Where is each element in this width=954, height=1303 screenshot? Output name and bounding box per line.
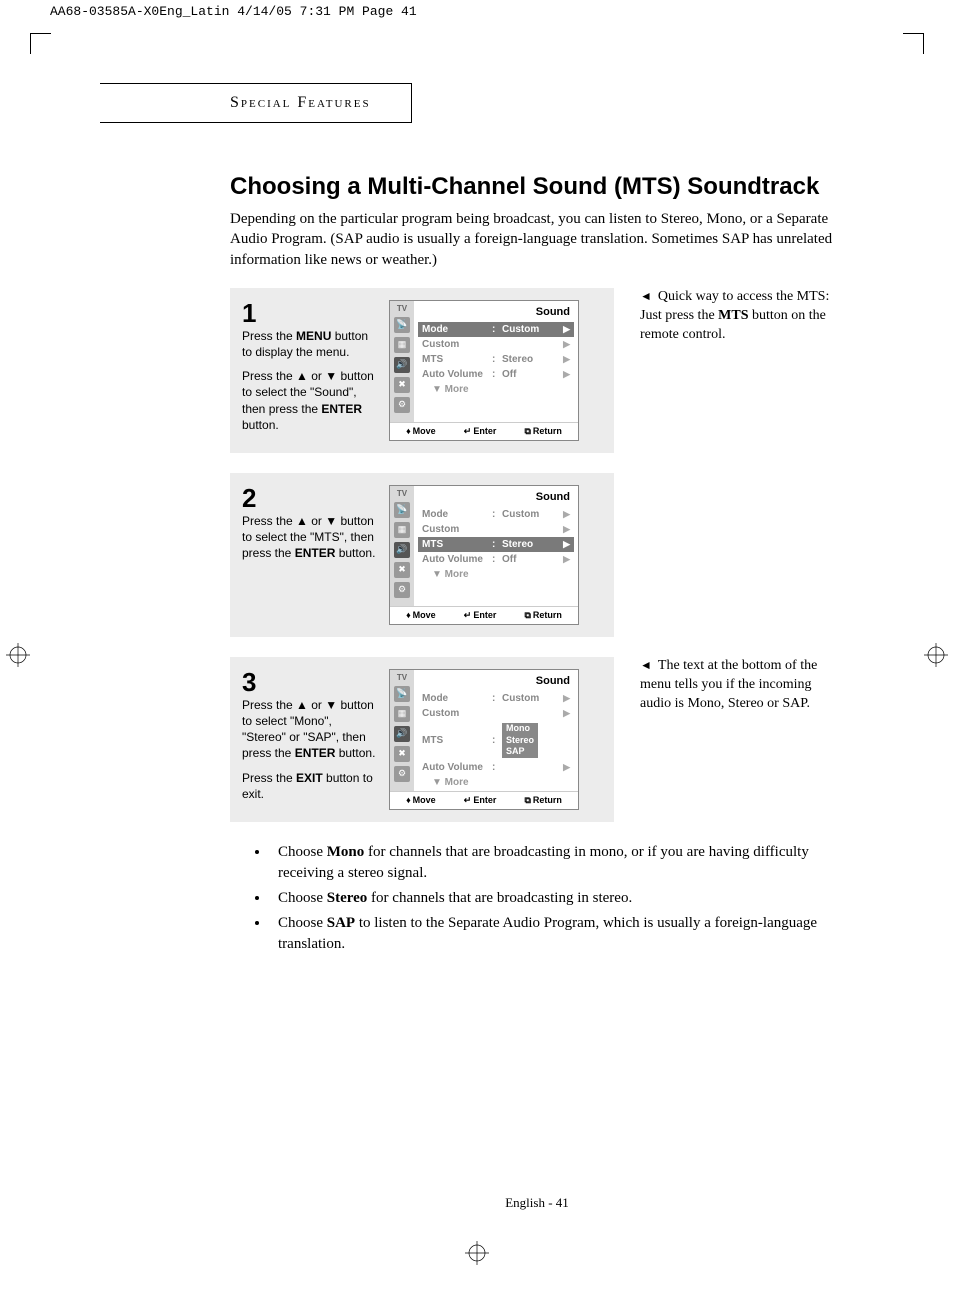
crop-mark-tr xyxy=(903,33,924,54)
bullet-stereo: Choose Stereo for channels that are broa… xyxy=(270,888,844,909)
step-1: 1 Press the MENU button to display the m… xyxy=(230,288,614,453)
side-note-2: ◄ The text at the bottom of the menu tel… xyxy=(624,657,844,822)
osd-row-mode: Mode:Custom▶ xyxy=(418,691,574,706)
osd-row-mts: MTS: Mono Stereo SAP xyxy=(418,721,574,760)
osd-row-mode: Mode:Custom▶ xyxy=(418,322,574,337)
osd-row-mode: Mode:Custom▶ xyxy=(418,507,574,522)
antenna-icon: 📡 xyxy=(394,502,410,518)
osd-row-custom: Custom▶ xyxy=(418,706,574,721)
page-footer: English - 41 xyxy=(230,1195,844,1211)
step-1-number: 1 xyxy=(242,300,377,326)
page-title: Choosing a Multi-Channel Sound (MTS) Sou… xyxy=(230,173,844,201)
step-1-text-a: Press the MENU button to display the men… xyxy=(242,328,377,360)
registration-mark-left xyxy=(6,643,30,667)
note-marker-icon: ◄ xyxy=(640,289,658,303)
sound-icon: 🔊 xyxy=(394,542,410,558)
bullet-sap: Choose SAP to listen to the Separate Aud… xyxy=(270,913,844,955)
step-2-number: 2 xyxy=(242,485,377,511)
osd-tv-label: TV xyxy=(397,304,407,313)
crop-mark-tl xyxy=(30,33,51,54)
section-header: Special Features xyxy=(100,83,412,123)
registration-mark-right xyxy=(924,643,948,667)
osd-more: ▼ More xyxy=(418,384,574,395)
osd-footer: ♦Move ↵Enter ⧉Return xyxy=(390,422,578,440)
note-marker-icon: ◄ xyxy=(640,658,658,672)
osd-title: Sound xyxy=(418,304,574,322)
picture-icon: ▦ xyxy=(394,522,410,538)
osd-screenshot-3: TV 📡 ▦ 🔊 ✖ ⚙ Sound Mode:Custom▶ xyxy=(389,669,579,810)
sliders-icon: ⚙ xyxy=(394,582,410,598)
setup-icon: ✖ xyxy=(394,377,410,393)
step-3: 3 Press the ▲ or ▼ button to select "Mon… xyxy=(230,657,614,822)
osd-row-custom: Custom▶ xyxy=(418,522,574,537)
osd-row-custom: Custom▶ xyxy=(418,337,574,352)
sound-icon: 🔊 xyxy=(394,726,410,742)
step-3-text-a: Press the ▲ or ▼ button to select "Mono"… xyxy=(242,697,377,762)
step-3-number: 3 xyxy=(242,669,377,695)
step-2-text: Press the ▲ or ▼ button to select the "M… xyxy=(242,513,377,562)
osd-row-autovol: Auto Volume:Off▶ xyxy=(418,367,574,382)
registration-mark-bottom xyxy=(465,1241,489,1265)
osd-row-autovol: Auto Volume:▶ xyxy=(418,760,574,775)
step-2: 2 Press the ▲ or ▼ button to select the … xyxy=(230,473,614,637)
picture-icon: ▦ xyxy=(394,337,410,353)
setup-icon: ✖ xyxy=(394,562,410,578)
osd-row-mts: MTS:Stereo▶ xyxy=(418,537,574,552)
sliders-icon: ⚙ xyxy=(394,766,410,782)
picture-icon: ▦ xyxy=(394,706,410,722)
bullet-list: Choose Mono for channels that are broadc… xyxy=(230,842,844,955)
bullet-mono: Choose Mono for channels that are broadc… xyxy=(270,842,844,884)
page-content: Special Features Choosing a Multi-Channe… xyxy=(0,23,954,1271)
step-3-text-b: Press the EXIT button to exit. xyxy=(242,770,377,802)
setup-icon: ✖ xyxy=(394,746,410,762)
antenna-icon: 📡 xyxy=(394,317,410,333)
antenna-icon: 📡 xyxy=(394,686,410,702)
page-meta-slug: AA68-03585A-X0Eng_Latin 4/14/05 7:31 PM … xyxy=(0,0,954,23)
side-note-1: ◄ Quick way to access the MTS: Just pres… xyxy=(624,288,844,453)
sliders-icon: ⚙ xyxy=(394,397,410,413)
osd-row-mts: MTS:Stereo▶ xyxy=(418,352,574,367)
sound-icon: 🔊 xyxy=(394,357,410,373)
osd-popup: Mono Stereo SAP xyxy=(502,723,538,758)
step-1-text-b: Press the ▲ or ▼ button to select the "S… xyxy=(242,368,377,433)
osd-screenshot-1: TV 📡 ▦ 🔊 ✖ ⚙ Sound Mode:Custom▶ xyxy=(389,300,579,441)
osd-row-autovol: Auto Volume:Off▶ xyxy=(418,552,574,567)
osd-screenshot-2: TV 📡 ▦ 🔊 ✖ ⚙ Sound Mode:Custom▶ xyxy=(389,485,579,625)
intro-paragraph: Depending on the particular program bein… xyxy=(230,209,844,270)
